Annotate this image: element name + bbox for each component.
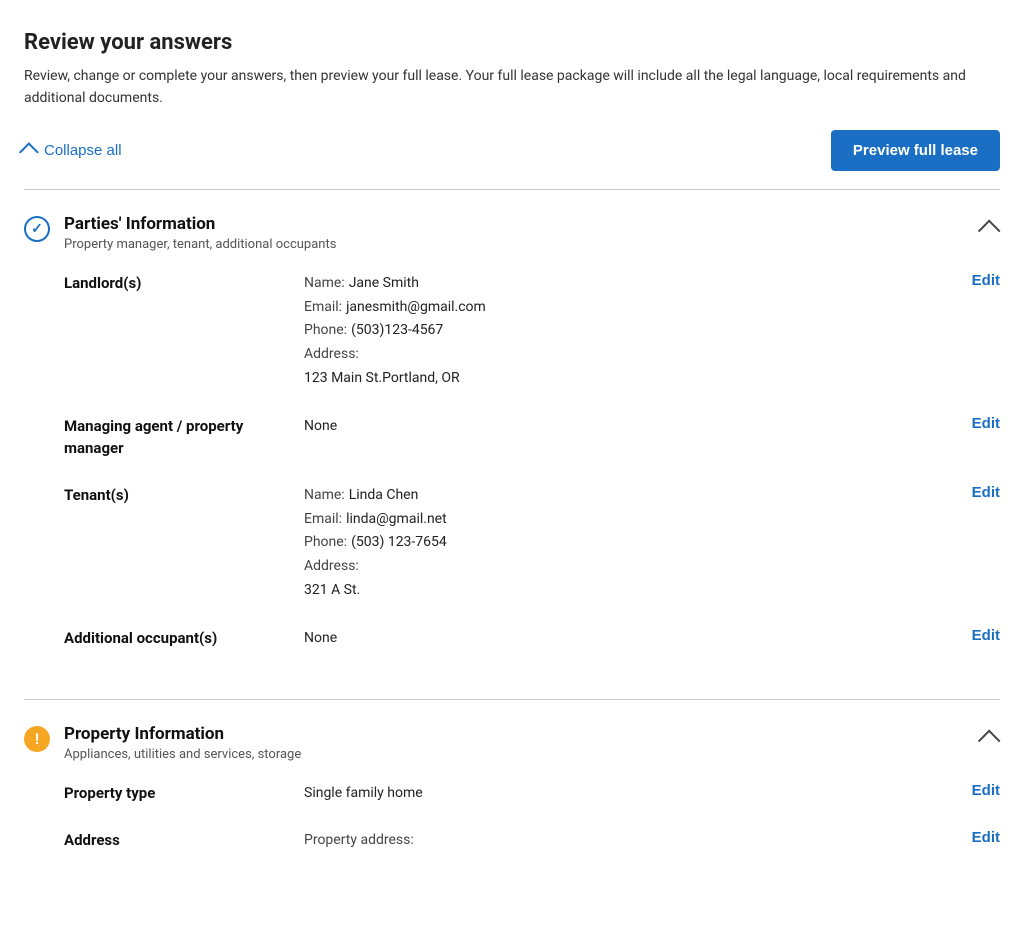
section-icon-property: ! — [24, 726, 50, 752]
row-value-property-0: Single family home — [304, 782, 960, 806]
row-value-parties-1: None — [304, 415, 960, 439]
table-row: Managing agent / property manager NoneEd… — [64, 415, 1000, 460]
section-property: ! Property Information Appliances, utiliti… — [24, 699, 1000, 902]
section-header-property: ! Property Information Appliances, utiliti… — [24, 724, 1000, 762]
row-value-parties-2: Name: Linda ChenEmail: linda@gmail.netPh… — [304, 484, 960, 603]
edit-button-parties-0[interactable]: Edit — [960, 272, 1000, 289]
row-label-parties-2: Tenant(s) — [64, 484, 304, 507]
edit-button-parties-1[interactable]: Edit — [960, 415, 1000, 432]
table-row: Landlord(s)Name: Jane SmithEmail: janesm… — [64, 272, 1000, 391]
edit-button-parties-3[interactable]: Edit — [960, 627, 1000, 644]
section-icon-parties — [24, 216, 50, 242]
row-value-parties-0: Name: Jane SmithEmail: janesmith@gmail.c… — [304, 272, 960, 391]
collapse-all-label: Collapse all — [44, 142, 122, 159]
row-value-parties-3: None — [304, 627, 960, 651]
table-row: Tenant(s)Name: Linda ChenEmail: linda@gm… — [64, 484, 1000, 603]
section-header-parties: Parties' Information Property manager, te… — [24, 214, 1000, 252]
section-desc-parties: Property manager, tenant, additional occ… — [64, 237, 336, 252]
edit-button-parties-2[interactable]: Edit — [960, 484, 1000, 501]
row-label-property-0: Property type — [64, 782, 304, 805]
chevron-up-icon — [19, 143, 39, 163]
row-label-property-1: Address — [64, 829, 304, 852]
page-title: Review your answers — [24, 30, 1000, 55]
section-title-property: Property Information — [64, 724, 301, 744]
section-parties: Parties' Information Property manager, te… — [24, 189, 1000, 699]
row-label-parties-3: Additional occupant(s) — [64, 627, 304, 650]
preview-full-lease-button[interactable]: Preview full lease — [831, 130, 1000, 171]
edit-button-property-0[interactable]: Edit — [960, 782, 1000, 799]
table-row: Additional occupant(s) NoneEdit — [64, 627, 1000, 651]
section-title-parties: Parties' Information — [64, 214, 336, 234]
sections-container: Parties' Information Property manager, te… — [24, 189, 1000, 901]
chevron-icon-property[interactable] — [978, 729, 1001, 752]
page-subtitle: Review, change or complete your answers,… — [24, 65, 1000, 110]
edit-button-property-1[interactable]: Edit — [960, 829, 1000, 846]
table-row: AddressProperty address:Edit — [64, 829, 1000, 853]
section-desc-property: Appliances, utilities and services, stor… — [64, 747, 301, 762]
chevron-icon-parties[interactable] — [978, 219, 1001, 242]
row-label-parties-0: Landlord(s) — [64, 272, 304, 295]
table-row: Property type Single family homeEdit — [64, 782, 1000, 806]
row-value-property-1: Property address: — [304, 829, 960, 853]
row-label-parties-1: Managing agent / property manager — [64, 415, 304, 460]
collapse-all-button[interactable]: Collapse all — [24, 142, 122, 159]
top-bar: Collapse all Preview full lease — [24, 130, 1000, 171]
